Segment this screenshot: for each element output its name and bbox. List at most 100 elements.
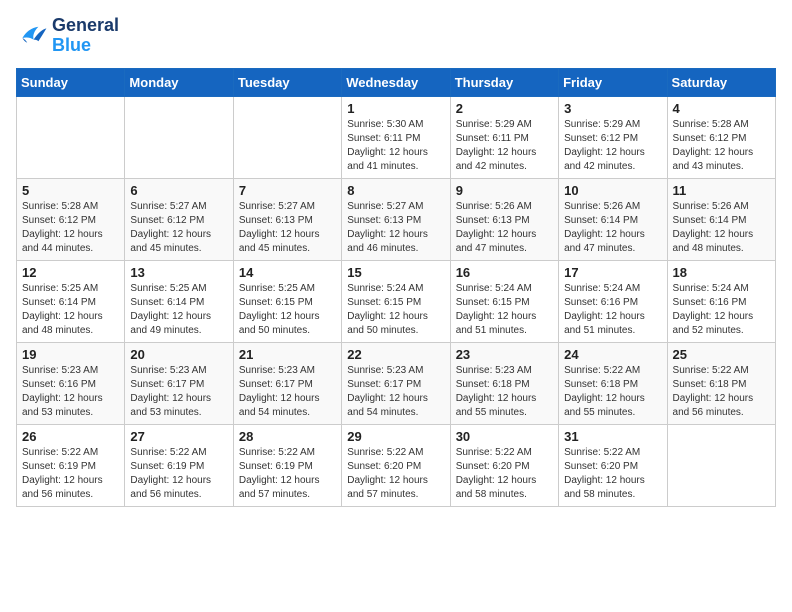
day-number: 15 (347, 265, 444, 280)
calendar-cell: 12 Sunrise: 5:25 AM Sunset: 6:14 PM Dayli… (17, 260, 125, 342)
day-number: 31 (564, 429, 661, 444)
day-number: 22 (347, 347, 444, 362)
day-number: 30 (456, 429, 553, 444)
calendar-cell: 21 Sunrise: 5:23 AM Sunset: 6:17 PM Dayli… (233, 342, 341, 424)
weekday-header: Wednesday (342, 68, 450, 96)
day-info: Sunrise: 5:22 AM Sunset: 6:19 PM Dayligh… (130, 446, 227, 502)
day-number: 3 (564, 101, 661, 116)
day-number: 9 (456, 183, 553, 198)
day-info: Sunrise: 5:26 AM Sunset: 6:14 PM Dayligh… (564, 200, 661, 256)
day-number: 11 (673, 183, 770, 198)
calendar-cell: 8 Sunrise: 5:27 AM Sunset: 6:13 PM Daylig… (342, 178, 450, 260)
day-number: 20 (130, 347, 227, 362)
day-number: 6 (130, 183, 227, 198)
calendar-cell: 30Sunrise: 5:22 AM Sunset: 6:20 PM Dayli… (450, 424, 558, 506)
calendar-cell: 10Sunrise: 5:26 AM Sunset: 6:14 PM Dayli… (559, 178, 667, 260)
day-info: Sunrise: 5:22 AM Sunset: 6:18 PM Dayligh… (564, 364, 661, 420)
calendar-cell: 9 Sunrise: 5:26 AM Sunset: 6:13 PM Daylig… (450, 178, 558, 260)
calendar-header-row: SundayMondayTuesdayWednesdayThursdayFrid… (17, 68, 776, 96)
day-number: 21 (239, 347, 336, 362)
weekday-header: Thursday (450, 68, 558, 96)
day-info: Sunrise: 5:22 AM Sunset: 6:18 PM Dayligh… (673, 364, 770, 420)
day-info: Sunrise: 5:27 AM Sunset: 6:12 PM Dayligh… (130, 200, 227, 256)
day-info: Sunrise: 5:24 AM Sunset: 6:16 PM Dayligh… (564, 282, 661, 338)
calendar-cell: 18 Sunrise: 5:24 AM Sunset: 6:16 PM Dayli… (667, 260, 775, 342)
calendar-cell: 13Sunrise: 5:25 AM Sunset: 6:14 PM Dayli… (125, 260, 233, 342)
page-header: General Blue (16, 16, 776, 56)
day-info: Sunrise: 5:23 AM Sunset: 6:18 PM Dayligh… (456, 364, 553, 420)
day-number: 14 (239, 265, 336, 280)
day-number: 17 (564, 265, 661, 280)
day-info: Sunrise: 5:27 AM Sunset: 6:13 PM Dayligh… (239, 200, 336, 256)
day-info: Sunrise: 5:28 AM Sunset: 6:12 PM Dayligh… (22, 200, 119, 256)
weekday-header: Monday (125, 68, 233, 96)
weekday-header: Saturday (667, 68, 775, 96)
day-number: 18 (673, 265, 770, 280)
calendar-table: SundayMondayTuesdayWednesdayThursdayFrid… (16, 68, 776, 507)
calendar-cell (667, 424, 775, 506)
calendar-cell: 27 Sunrise: 5:22 AM Sunset: 6:19 PM Dayli… (125, 424, 233, 506)
day-number: 7 (239, 183, 336, 198)
calendar-cell: 16Sunrise: 5:24 AM Sunset: 6:15 PM Dayli… (450, 260, 558, 342)
calendar-cell: 19 Sunrise: 5:23 AM Sunset: 6:16 PM Dayli… (17, 342, 125, 424)
day-info: Sunrise: 5:26 AM Sunset: 6:14 PM Dayligh… (673, 200, 770, 256)
day-number: 13 (130, 265, 227, 280)
calendar-week-row: 5 Sunrise: 5:28 AM Sunset: 6:12 PM Daylig… (17, 178, 776, 260)
weekday-header: Friday (559, 68, 667, 96)
day-info: Sunrise: 5:23 AM Sunset: 6:17 PM Dayligh… (239, 364, 336, 420)
calendar-cell: 25 Sunrise: 5:22 AM Sunset: 6:18 PM Dayli… (667, 342, 775, 424)
day-number: 26 (22, 429, 119, 444)
calendar-cell: 7 Sunrise: 5:27 AM Sunset: 6:13 PM Daylig… (233, 178, 341, 260)
calendar-cell: 15 Sunrise: 5:24 AM Sunset: 6:15 PM Dayli… (342, 260, 450, 342)
day-info: Sunrise: 5:23 AM Sunset: 6:17 PM Dayligh… (130, 364, 227, 420)
day-number: 8 (347, 183, 444, 198)
calendar-cell: 17 Sunrise: 5:24 AM Sunset: 6:16 PM Dayli… (559, 260, 667, 342)
day-info: Sunrise: 5:29 AM Sunset: 6:12 PM Dayligh… (564, 118, 661, 174)
day-number: 19 (22, 347, 119, 362)
calendar-cell: 22 Sunrise: 5:23 AM Sunset: 6:17 PM Dayli… (342, 342, 450, 424)
day-number: 27 (130, 429, 227, 444)
calendar-cell: 14 Sunrise: 5:25 AM Sunset: 6:15 PM Dayli… (233, 260, 341, 342)
calendar-cell: 5 Sunrise: 5:28 AM Sunset: 6:12 PM Daylig… (17, 178, 125, 260)
day-info: Sunrise: 5:26 AM Sunset: 6:13 PM Dayligh… (456, 200, 553, 256)
calendar-week-row: 1Sunrise: 5:30 AM Sunset: 6:11 PM Daylig… (17, 96, 776, 178)
day-info: Sunrise: 5:22 AM Sunset: 6:19 PM Dayligh… (239, 446, 336, 502)
calendar-cell: 11 Sunrise: 5:26 AM Sunset: 6:14 PM Dayli… (667, 178, 775, 260)
day-info: Sunrise: 5:22 AM Sunset: 6:19 PM Dayligh… (22, 446, 119, 502)
day-info: Sunrise: 5:22 AM Sunset: 6:20 PM Dayligh… (564, 446, 661, 502)
calendar-week-row: 12 Sunrise: 5:25 AM Sunset: 6:14 PM Dayli… (17, 260, 776, 342)
calendar-week-row: 26 Sunrise: 5:22 AM Sunset: 6:19 PM Dayli… (17, 424, 776, 506)
calendar-cell: 24 Sunrise: 5:22 AM Sunset: 6:18 PM Dayli… (559, 342, 667, 424)
day-info: Sunrise: 5:29 AM Sunset: 6:11 PM Dayligh… (456, 118, 553, 174)
day-number: 24 (564, 347, 661, 362)
day-number: 25 (673, 347, 770, 362)
day-number: 12 (22, 265, 119, 280)
day-number: 2 (456, 101, 553, 116)
day-info: Sunrise: 5:24 AM Sunset: 6:15 PM Dayligh… (456, 282, 553, 338)
day-info: Sunrise: 5:27 AM Sunset: 6:13 PM Dayligh… (347, 200, 444, 256)
day-info: Sunrise: 5:24 AM Sunset: 6:16 PM Dayligh… (673, 282, 770, 338)
day-number: 1 (347, 101, 444, 116)
calendar-cell: 3 Sunrise: 5:29 AM Sunset: 6:12 PM Daylig… (559, 96, 667, 178)
day-info: Sunrise: 5:23 AM Sunset: 6:17 PM Dayligh… (347, 364, 444, 420)
logo-icon (16, 22, 48, 50)
calendar-cell: 28 Sunrise: 5:22 AM Sunset: 6:19 PM Dayli… (233, 424, 341, 506)
day-info: Sunrise: 5:24 AM Sunset: 6:15 PM Dayligh… (347, 282, 444, 338)
weekday-header: Sunday (17, 68, 125, 96)
day-info: Sunrise: 5:25 AM Sunset: 6:14 PM Dayligh… (22, 282, 119, 338)
weekday-header: Tuesday (233, 68, 341, 96)
day-number: 29 (347, 429, 444, 444)
day-number: 5 (22, 183, 119, 198)
calendar-cell: 4 Sunrise: 5:28 AM Sunset: 6:12 PM Daylig… (667, 96, 775, 178)
calendar-cell (233, 96, 341, 178)
calendar-cell (17, 96, 125, 178)
day-number: 28 (239, 429, 336, 444)
day-number: 4 (673, 101, 770, 116)
day-info: Sunrise: 5:23 AM Sunset: 6:16 PM Dayligh… (22, 364, 119, 420)
calendar-cell: 6 Sunrise: 5:27 AM Sunset: 6:12 PM Daylig… (125, 178, 233, 260)
calendar-cell: 26 Sunrise: 5:22 AM Sunset: 6:19 PM Dayli… (17, 424, 125, 506)
calendar-cell: 31 Sunrise: 5:22 AM Sunset: 6:20 PM Dayli… (559, 424, 667, 506)
day-info: Sunrise: 5:25 AM Sunset: 6:15 PM Dayligh… (239, 282, 336, 338)
day-info: Sunrise: 5:28 AM Sunset: 6:12 PM Dayligh… (673, 118, 770, 174)
calendar-cell: 2 Sunrise: 5:29 AM Sunset: 6:11 PM Daylig… (450, 96, 558, 178)
